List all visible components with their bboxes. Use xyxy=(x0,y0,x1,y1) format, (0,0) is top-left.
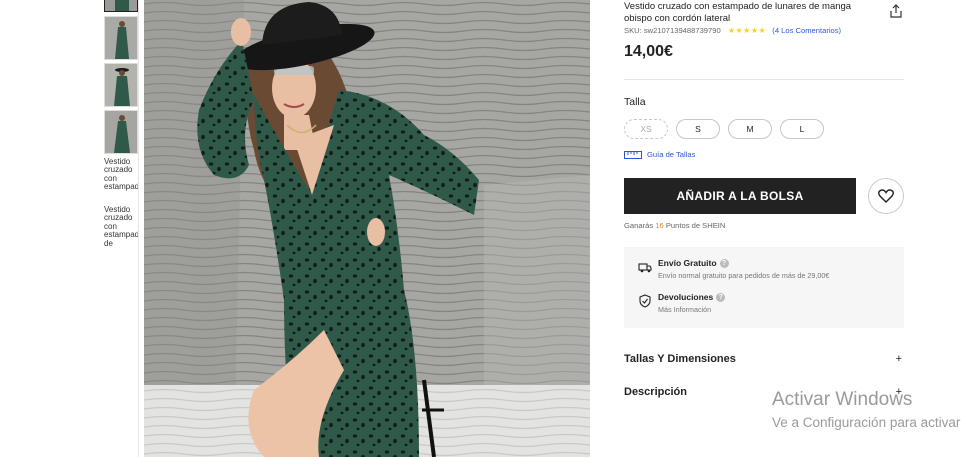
thumbnail-alt-text: Vestido cruzado con estampado xyxy=(104,157,139,192)
free-shipping-title: Envío Gratuito xyxy=(658,258,717,268)
thumbnail-strip: Vestido cruzado con estampado Vestido cr… xyxy=(103,0,139,457)
size-option-m[interactable]: M xyxy=(728,119,772,139)
thumbnail-divider xyxy=(138,0,139,457)
shield-check-icon xyxy=(639,294,651,308)
reviews-link[interactable]: (4 Los Comentarios) xyxy=(772,26,841,35)
points-text: Ganarás 16 Puntos de SHEIN xyxy=(624,221,725,230)
sku-row: SKU: sw2107139488739790 ★★★★★ (4 Los Com… xyxy=(624,26,904,35)
ruler-icon xyxy=(624,150,642,159)
rating-stars-icon: ★★★★★ xyxy=(727,26,767,35)
sku-text: SKU: sw2107139488739790 xyxy=(624,26,721,35)
size-option-s[interactable]: S xyxy=(676,119,720,139)
returns-row: Devoluciones ? Más Información xyxy=(638,292,726,314)
thumbnail-4[interactable] xyxy=(104,110,138,154)
size-option-l[interactable]: L xyxy=(780,119,824,139)
free-shipping-subtitle: Envío normal gratuito para pedidos de má… xyxy=(658,271,830,280)
windows-activation-watermark: Activar Windows Ve a Configuración para … xyxy=(772,388,961,432)
free-shipping-row: Envío Gratuito ? Envío normal gratuito p… xyxy=(638,258,829,280)
thumbnail-1[interactable] xyxy=(104,0,138,12)
thumbnail-2[interactable] xyxy=(104,16,138,60)
help-icon[interactable]: ? xyxy=(719,258,729,268)
share-icon[interactable] xyxy=(888,3,904,19)
heart-icon xyxy=(878,189,894,203)
shipping-info-box: Envío Gratuito ? Envío normal gratuito p… xyxy=(624,247,904,328)
points-value: 16 xyxy=(655,221,664,230)
points-prefix: Ganarás xyxy=(624,221,654,230)
product-page: Vestido cruzado con estampado Vestido cr… xyxy=(0,0,961,457)
size-label: Talla xyxy=(624,96,646,108)
size-guide-label: Guía de Tallas xyxy=(647,150,696,159)
divider xyxy=(624,79,904,80)
accordion-size-dimensions[interactable]: Tallas Y Dimensiones + xyxy=(624,353,904,365)
accordion-label: Descripción xyxy=(624,386,687,398)
help-icon[interactable]: ? xyxy=(716,292,726,302)
wishlist-button[interactable] xyxy=(868,178,904,214)
returns-title: Devoluciones xyxy=(658,292,714,302)
size-option-xs[interactable]: XS xyxy=(624,119,668,139)
plus-icon: + xyxy=(895,353,902,365)
watermark-title: Activar Windows xyxy=(772,389,913,410)
size-guide-link[interactable]: Guía de Tallas xyxy=(624,150,695,159)
truck-icon xyxy=(638,263,652,273)
accordion-label: Tallas Y Dimensiones xyxy=(624,353,736,365)
add-to-bag-button[interactable]: AÑADIR A LA BOLSA xyxy=(624,178,856,214)
points-suffix: Puntos de SHEIN xyxy=(665,221,726,230)
thumbnail-alt-text: Vestido cruzado con estampado de xyxy=(104,206,139,248)
returns-subtitle[interactable]: Más Información xyxy=(658,305,725,314)
thumbnail-3[interactable] xyxy=(104,63,138,107)
watermark-subtitle: Ve a Configuración para activar Windows. xyxy=(772,415,961,430)
product-title: Vestido cruzado con estampado de lunares… xyxy=(624,1,852,24)
main-product-image[interactable] xyxy=(144,0,590,457)
product-price: 14,00€ xyxy=(624,43,673,60)
